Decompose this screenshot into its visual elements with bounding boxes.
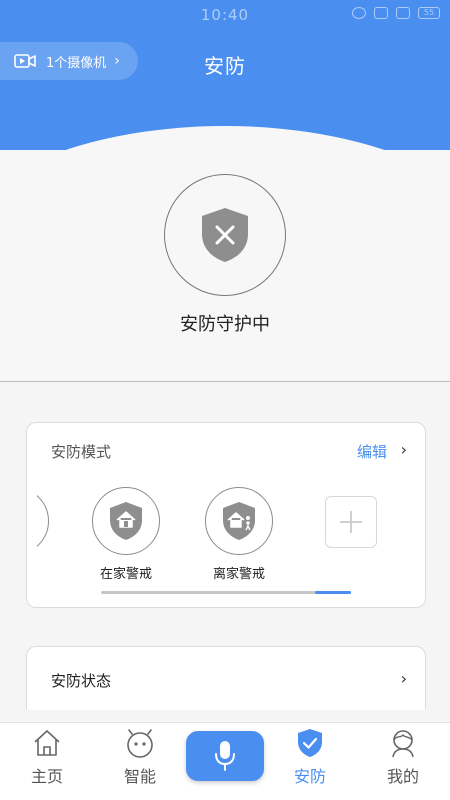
voice-button[interactable] <box>186 731 264 781</box>
nav-me[interactable]: 我的 <box>363 727 443 787</box>
security-status-row[interactable]: 安防状态 › <box>26 646 426 710</box>
away-shield-icon <box>223 502 255 540</box>
header: 10:40 55 1个摄像机 › 安防 <box>0 0 450 150</box>
protection-area: 安防守护中 <box>0 150 450 382</box>
chevron-right-icon: › <box>400 669 407 688</box>
bottom-nav: 主页 智能 安防 我的 <box>0 722 450 800</box>
plus-icon <box>340 511 362 533</box>
security-mode-title: 安防模式 <box>51 443 112 461</box>
shield-check-icon <box>298 729 322 757</box>
user-icon <box>392 730 414 758</box>
mode-home-label: 在家警戒 <box>99 567 152 582</box>
robot-icon <box>127 729 153 758</box>
home-icon <box>34 730 60 756</box>
mode-scroll-thumb <box>315 591 351 594</box>
alarm-icon <box>352 7 366 19</box>
mode-away-circle <box>205 487 273 555</box>
nav-home-label: 主页 <box>30 767 63 786</box>
security-mode-card: 安防模式 编辑 › 在家警戒 离家警戒 <box>26 422 426 608</box>
home-shield-icon <box>110 502 142 540</box>
shield-x-icon <box>202 208 248 262</box>
edit-button[interactable]: 编辑 <box>357 441 387 462</box>
nav-smart-label: 智能 <box>123 767 156 786</box>
nav-smart[interactable]: 智能 <box>100 727 180 787</box>
mode-home-circle <box>92 487 160 555</box>
chevron-right-icon[interactable]: › <box>401 440 407 459</box>
nav-security[interactable]: 安防 <box>270 727 350 787</box>
wifi-icon <box>374 7 388 19</box>
mode-away-guard[interactable]: 离家警戒 <box>204 487 274 582</box>
mode-away-label: 离家警戒 <box>212 567 265 582</box>
security-status-title: 安防状态 <box>51 672 112 690</box>
previous-mode-partial[interactable] <box>37 487 49 555</box>
status-icons: 55 <box>352 7 440 19</box>
status-bar: 10:40 55 <box>0 0 450 30</box>
header-curve <box>0 126 450 150</box>
add-mode-button[interactable] <box>325 496 377 548</box>
protection-toggle[interactable] <box>164 174 286 296</box>
nav-security-label: 安防 <box>293 767 326 786</box>
protection-status-label: 安防守护中 <box>180 314 270 335</box>
microphone-icon <box>215 741 235 771</box>
page-title: 安防 <box>204 54 246 78</box>
battery-icon: 55 <box>418 7 440 19</box>
nav-home[interactable]: 主页 <box>7 727 87 787</box>
nav-me-label: 我的 <box>386 767 419 786</box>
mode-scroll-track <box>101 591 351 594</box>
mode-home-guard[interactable]: 在家警戒 <box>91 487 161 582</box>
signal-icon <box>396 7 410 19</box>
